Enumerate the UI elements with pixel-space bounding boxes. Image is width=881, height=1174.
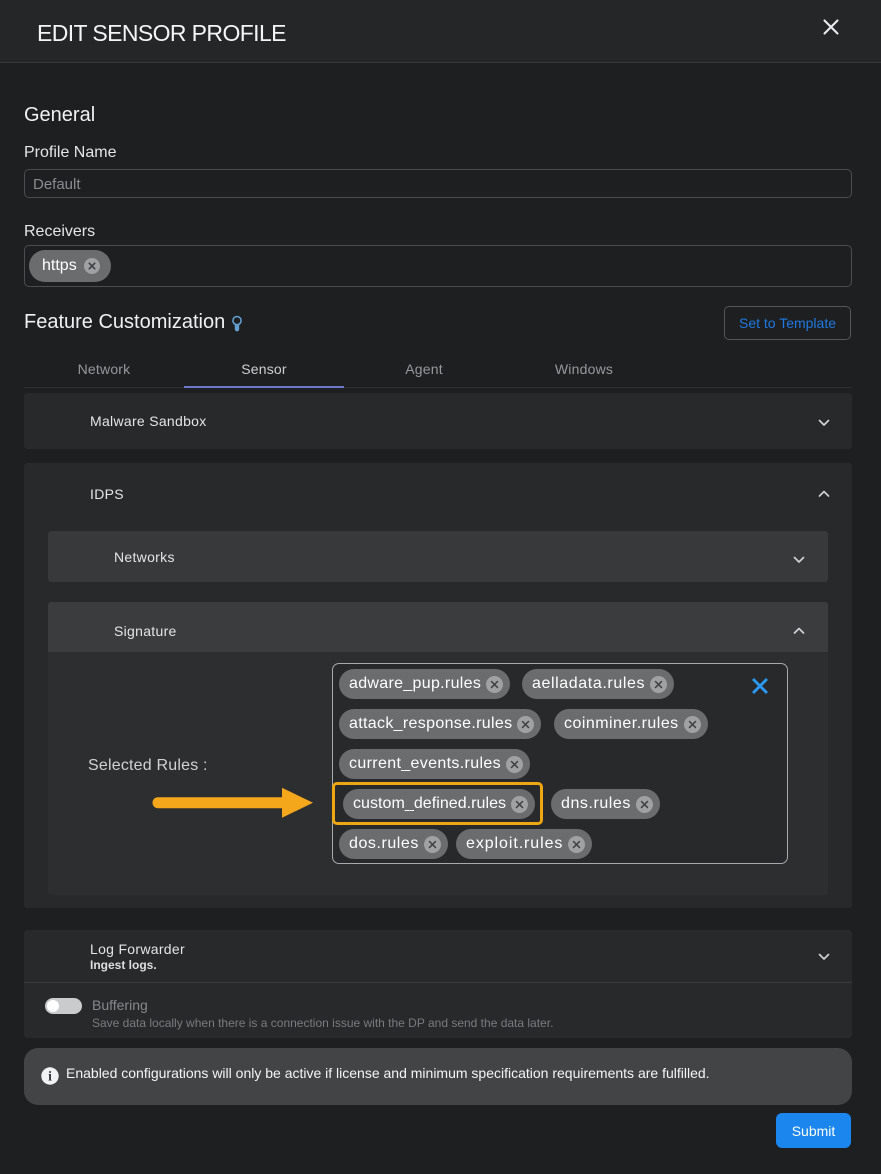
svg-text:i: i [48, 1069, 52, 1084]
